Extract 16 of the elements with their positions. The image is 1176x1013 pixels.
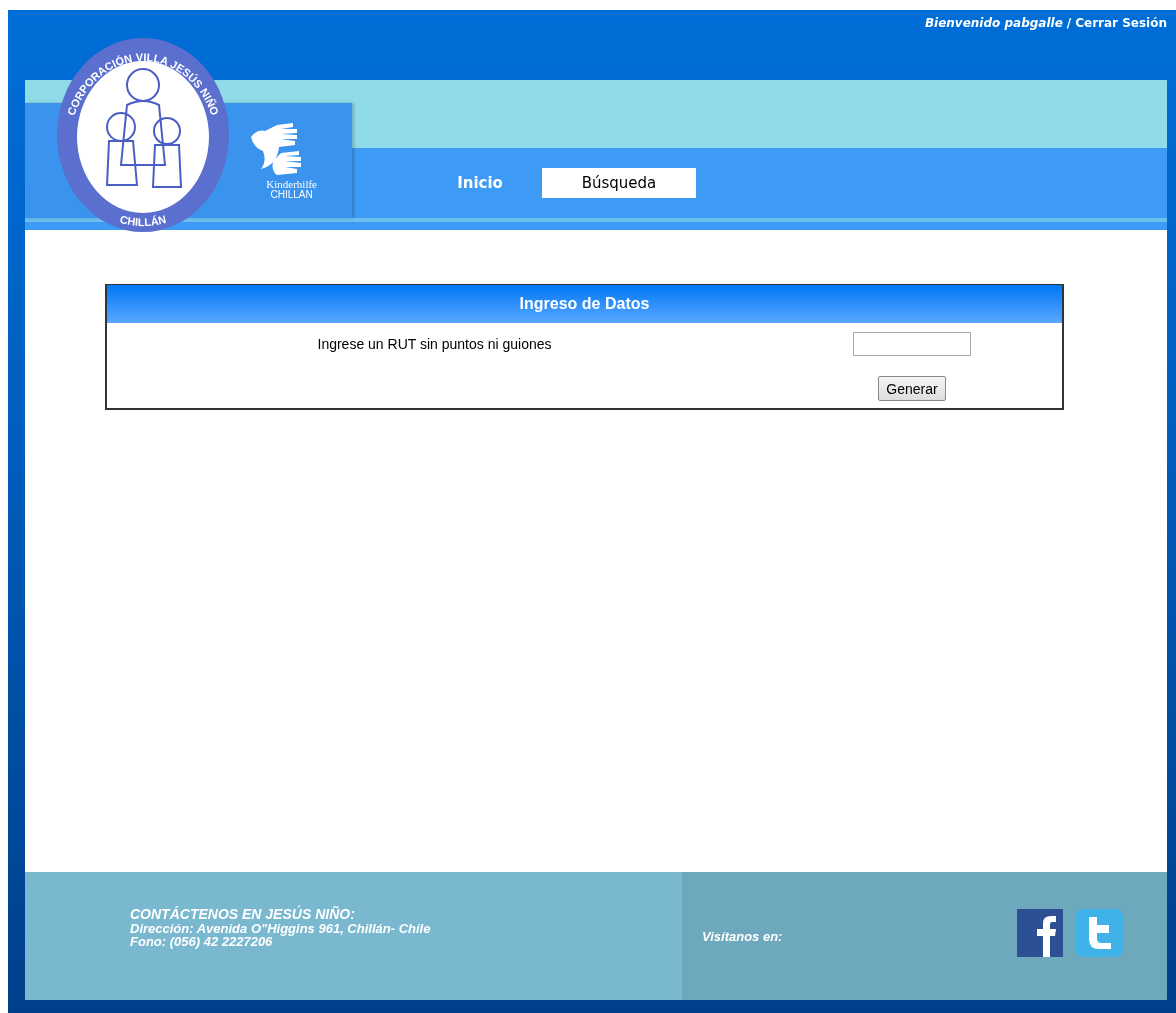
separator: / [1066, 16, 1072, 30]
address-text: Dirección: Avenida O"Higgins 961, Chillán- Chile [130, 921, 431, 936]
rut-input-field[interactable] [853, 332, 971, 356]
partner-name: Kinderhilfe [266, 179, 317, 190]
twitter-icon[interactable] [1075, 909, 1123, 957]
phone-text: Fono: (056) 42 2227206 [130, 935, 273, 949]
form-title: Ingreso de Datos [519, 295, 650, 313]
partner-city: CHILLAN [270, 190, 313, 200]
contact-title: CONTÁCTENOS EN JESÚS NIÑO: [130, 907, 356, 922]
facebook-icon[interactable] [1017, 909, 1063, 957]
rut-label: Ingrese un RUT sin puntos ni guiones [317, 336, 552, 354]
generate-button[interactable]: Generar [878, 376, 946, 401]
nav-tab[interactable]: Búsqueda [542, 168, 696, 198]
social-label: Visítanos en: [702, 928, 784, 944]
logout-link[interactable]: Cerrar Sesión [1075, 16, 1167, 30]
welcome-text: Bienvenido pabgalle [924, 16, 1063, 30]
